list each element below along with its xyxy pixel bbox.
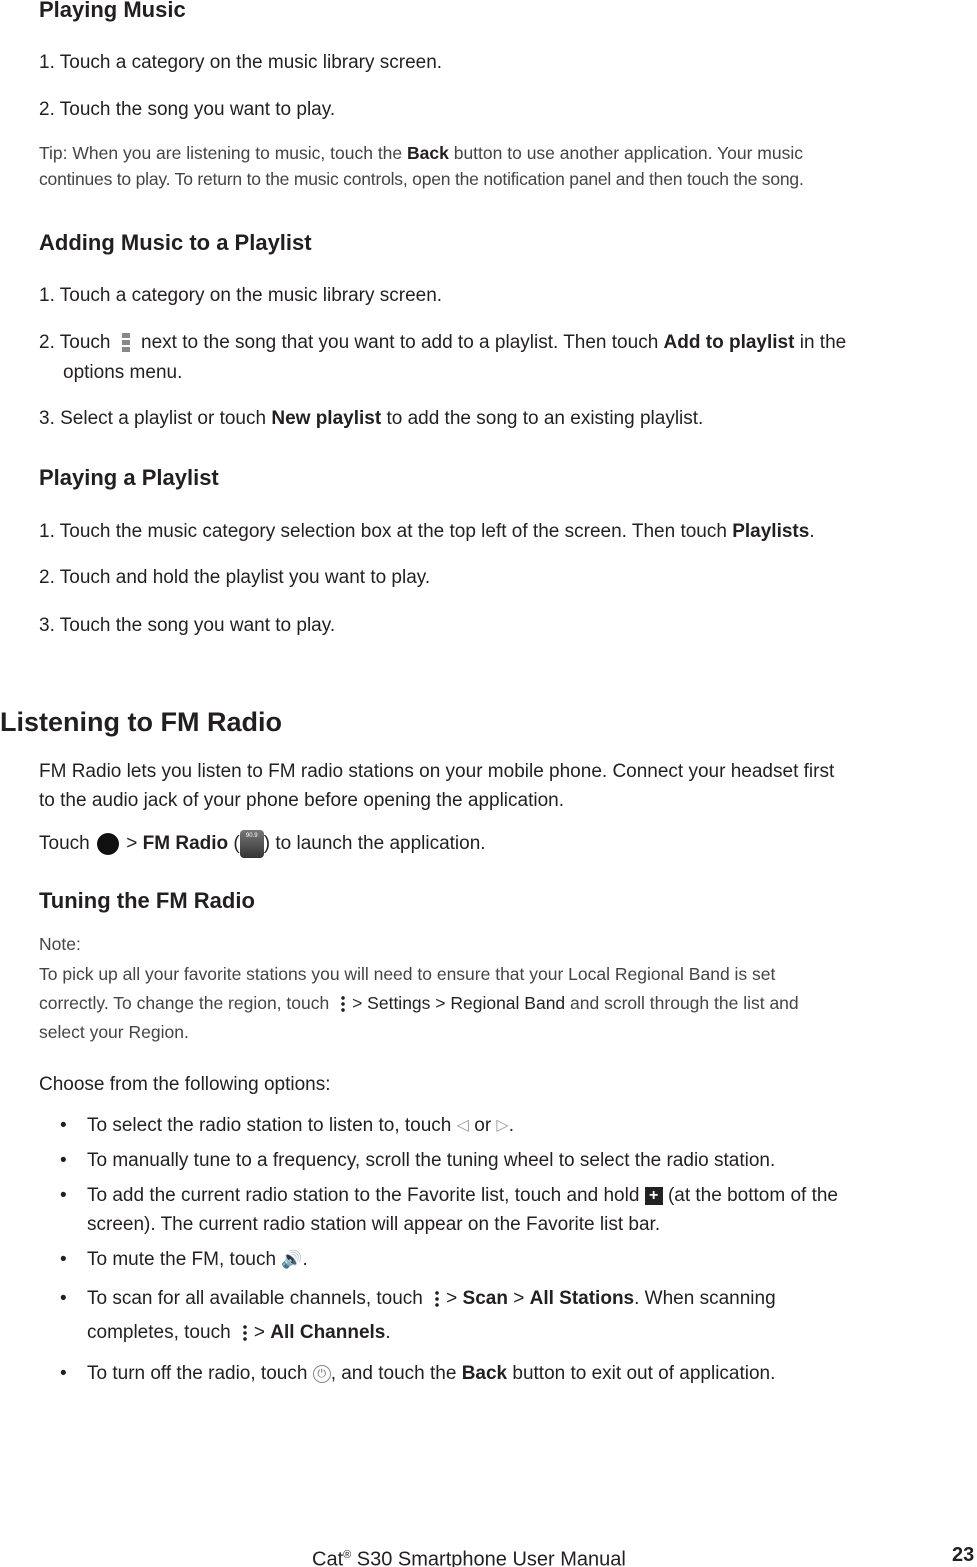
step: options menu. [63, 362, 183, 383]
heading-adding-music: Adding Music to a Playlist [39, 230, 312, 255]
list-item: To manually tune to a frequency, scroll … [87, 1150, 776, 1171]
step: 1. Touch a category on the music library… [39, 52, 443, 73]
text: > [120, 833, 143, 855]
paragraph: FM Radio lets you listen to FM radio sta… [39, 761, 835, 782]
text: > [507, 1288, 530, 1309]
list-item: screen). The current radio station will … [87, 1214, 661, 1235]
bullet: • [60, 1115, 67, 1136]
paragraph: Touch > FM Radio (90.9 ) to launch the ap… [39, 830, 486, 858]
radio-frequency: 90.9 [245, 833, 258, 839]
bullet: • [60, 1185, 67, 1206]
text: > [253, 1322, 271, 1343]
text: Back [407, 143, 449, 163]
text: All Channels [270, 1322, 386, 1343]
text: To add the current radio station to the … [87, 1185, 645, 1206]
text: (at the bottom of the [662, 1185, 838, 1206]
bullet: • [60, 1249, 67, 1270]
speaker-icon: 🔊 [281, 1250, 303, 1269]
text: New playlist [271, 408, 382, 429]
text: correctly. To change the region, touch [39, 993, 335, 1013]
fm-radio-app-icon: 90.9 [239, 830, 264, 858]
text: next to the song that you want to add to… [135, 332, 664, 353]
step: 1. Touch the music category selection bo… [39, 520, 815, 544]
text: Cat [312, 1548, 344, 1567]
previous-icon: ◁ [456, 1117, 469, 1134]
step: 2. Touch next to the song that you want … [39, 331, 846, 355]
note: select your Region. [39, 1022, 189, 1042]
text: . [809, 521, 815, 542]
next-icon: ▷ [496, 1117, 509, 1134]
text: To select the radio station to listen to… [87, 1115, 457, 1137]
page-number: 23 [952, 1544, 975, 1566]
step: 2. Touch the song you want to play. [39, 99, 336, 120]
text: or [468, 1115, 497, 1137]
text: 1. Touch the music category selection bo… [39, 521, 733, 542]
text: to add the song to an existing playlist. [381, 408, 704, 429]
text: Add to playlist [663, 332, 795, 353]
text: completes, touch [87, 1322, 236, 1343]
text: button to exit out of application. [507, 1363, 776, 1384]
note: correctly. To change the region, touch >… [39, 992, 799, 1014]
step: 3. Select a playlist or touch New playli… [39, 407, 703, 431]
tip: continues to play. To return to the musi… [39, 169, 804, 189]
text: in the [794, 332, 847, 353]
text: button to use another application. Your … [448, 143, 803, 163]
heading-playing-playlist: Playing a Playlist [39, 465, 219, 490]
text: and scroll through the list and [565, 993, 799, 1013]
text: To turn off the radio, touch [87, 1363, 313, 1384]
heading-tuning: Tuning the FM Radio [39, 888, 255, 913]
text: . [302, 1249, 308, 1271]
text: Scan [462, 1288, 508, 1309]
text: , and touch the [330, 1363, 462, 1384]
text: All Stations [529, 1288, 635, 1309]
list-item: To mute the FM, touch 🔊. [87, 1248, 308, 1272]
list-item: completes, touch > All Channels. [87, 1321, 391, 1345]
text: To scan for all available channels, touc… [87, 1288, 429, 1309]
text: ) to launch the application. [263, 833, 486, 855]
drag-handle-icon [121, 332, 130, 353]
text: ( [228, 833, 240, 855]
text: Playlists [732, 521, 810, 542]
list-item: To scan for all available channels, touc… [87, 1287, 776, 1311]
text: . [508, 1115, 515, 1137]
text: To mute the FM, touch [87, 1249, 282, 1271]
paragraph: to the audio jack of your phone before o… [39, 790, 564, 811]
note-label: Note: [39, 934, 81, 954]
list-item: To turn off the radio, touch ⏻, and touc… [87, 1362, 775, 1386]
text: 3. Select a playlist or touch [39, 408, 272, 429]
text: 2. Touch [39, 332, 116, 353]
manual-page: Playing Music 1. Touch a category on the… [0, 0, 977, 1567]
plus-icon: + [644, 1186, 663, 1205]
text: . When scanning [634, 1288, 776, 1309]
apps-icon [96, 833, 119, 855]
text: FM Radio [142, 833, 229, 855]
text: Tip: When you are listening to music, to… [39, 143, 408, 163]
step: 3. Touch the song you want to play. [39, 615, 336, 636]
step: 1. Touch a category on the music library… [39, 285, 443, 306]
tip: Tip: When you are listening to music, to… [39, 142, 803, 164]
heading-playing-music: Playing Music [39, 0, 186, 22]
power-icon: ⏻ [312, 1364, 331, 1383]
text: > [446, 1288, 463, 1309]
heading-fm-radio: Listening to FM Radio [0, 707, 282, 737]
bullet: • [60, 1288, 67, 1309]
bullet: • [60, 1363, 67, 1384]
paragraph: Choose from the following options: [39, 1074, 331, 1095]
footer-title: Cat® S30 Smartphone User Manual [312, 1543, 626, 1567]
text: . [385, 1322, 391, 1343]
menu-icon [434, 1289, 441, 1308]
menu-icon [340, 995, 347, 1014]
menu-icon [241, 1323, 248, 1342]
text: S30 Smartphone User Manual [351, 1548, 626, 1567]
list-item: To select the radio station to listen to… [87, 1114, 514, 1138]
text: Touch [39, 833, 95, 855]
note: To pick up all your favorite stations yo… [39, 964, 776, 984]
text: > Settings > Regional Band [352, 993, 566, 1013]
list-item: To add the current radio station to the … [87, 1184, 838, 1208]
bullet: • [60, 1150, 67, 1171]
text: Back [461, 1363, 508, 1384]
step: 2. Touch and hold the playlist you want … [39, 567, 431, 588]
